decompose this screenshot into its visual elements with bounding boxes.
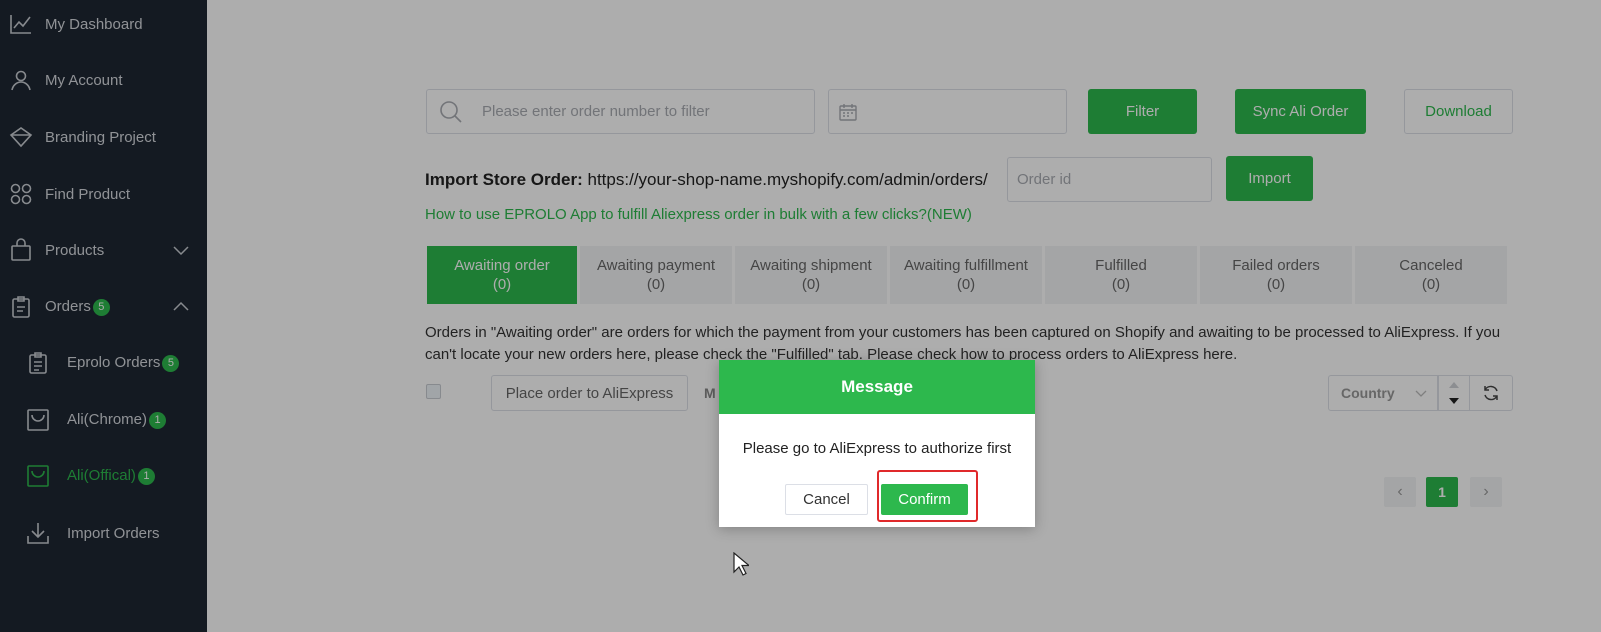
mouse-cursor-icon bbox=[733, 552, 749, 576]
modal-overlay bbox=[0, 0, 1601, 632]
cancel-button[interactable]: Cancel bbox=[785, 484, 868, 515]
dialog-message: Please go to AliExpress to authorize fir… bbox=[742, 440, 1012, 457]
confirm-highlight-box bbox=[877, 470, 978, 522]
dialog-title: Message bbox=[719, 360, 1035, 414]
